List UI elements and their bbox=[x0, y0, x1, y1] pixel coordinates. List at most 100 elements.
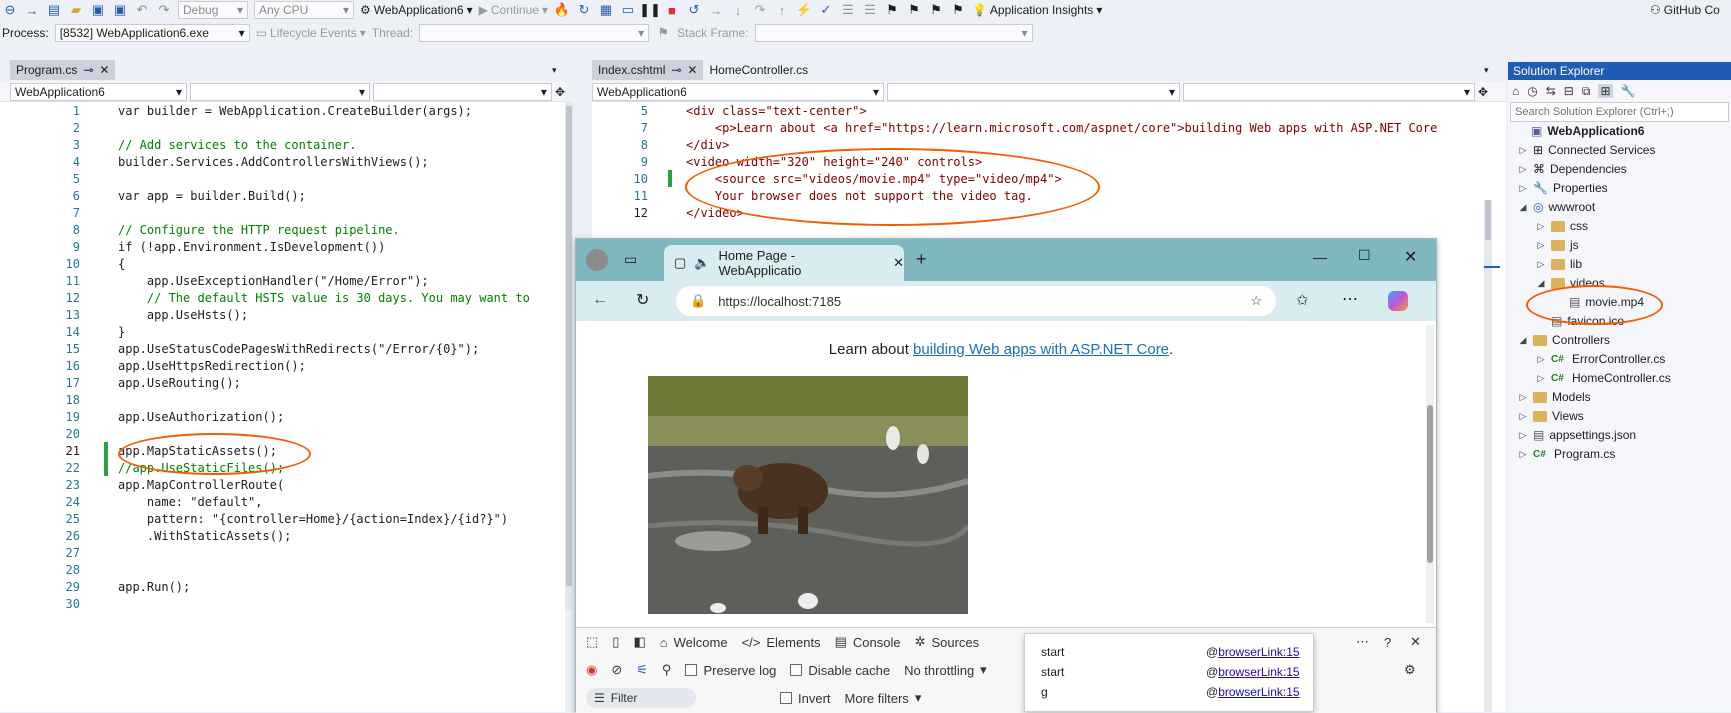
app-insights-button[interactable]: 💡 Application Insights ▾ bbox=[972, 3, 1102, 17]
right-scrollbar[interactable] bbox=[1484, 200, 1492, 712]
search-icon[interactable]: ⚲ bbox=[662, 662, 672, 678]
tree-item[interactable]: ▤ movie.mp4 bbox=[1554, 293, 1644, 311]
code-line[interactable]: 3 // Add services to the container. bbox=[0, 136, 563, 153]
dock-icon[interactable]: ◧ bbox=[633, 634, 645, 650]
code-line[interactable]: 30 bbox=[0, 595, 563, 612]
browser-link-icon[interactable]: ▦ bbox=[598, 2, 614, 18]
tab-sources[interactable]: ✲ Sources bbox=[915, 634, 980, 650]
back-icon[interactable]: ← bbox=[592, 291, 608, 309]
tab-welcome[interactable]: ⌂ Welcome bbox=[660, 635, 728, 650]
show-all-icon[interactable]: ⊞ bbox=[1598, 84, 1613, 98]
tab-actions-icon[interactable]: ▭ bbox=[624, 251, 637, 268]
code-line[interactable]: 1 var builder = WebApplication.CreateBuil… bbox=[0, 102, 563, 119]
browser-tab-home[interactable]: ▢ 🔈 Home Page - WebApplicatio ✕ bbox=[664, 245, 904, 281]
layout-icon[interactable]: ▭ bbox=[620, 2, 636, 18]
config-dropdown[interactable]: Debug ▾ bbox=[178, 1, 248, 19]
tree-item[interactable]: ▷ css bbox=[1536, 217, 1588, 235]
code-line[interactable]: 4 builder.Services.AddControllersWithView… bbox=[0, 153, 563, 170]
markup-line[interactable]: 12 </video> bbox=[592, 204, 1492, 221]
collapsed-arrow-icon[interactable]: ▷ bbox=[1518, 164, 1528, 175]
collapsed-arrow-icon[interactable]: ▷ bbox=[1518, 183, 1528, 194]
url-field[interactable]: 🔒 https://localhost:7185 ☆ bbox=[676, 286, 1276, 316]
flag-icon[interactable]: ⚑ bbox=[655, 25, 671, 41]
expanded-arrow-icon[interactable]: ◢ bbox=[1536, 278, 1546, 289]
expanded-arrow-icon[interactable]: ◢ bbox=[1518, 202, 1528, 213]
page-scrollbar[interactable] bbox=[1426, 325, 1434, 623]
project-dropdown[interactable]: WebApplication6 ▾ bbox=[592, 82, 884, 101]
help-icon[interactable]: ? bbox=[1384, 635, 1391, 650]
code-line[interactable]: 8 // Configure the HTTP request pipeline. bbox=[0, 221, 563, 238]
hot-reload-icon[interactable]: 🔥 bbox=[554, 2, 570, 18]
collapsed-arrow-icon[interactable]: ▷ bbox=[1536, 240, 1546, 251]
stop-icon[interactable]: ■ bbox=[664, 2, 680, 18]
code-line[interactable]: 7 bbox=[0, 204, 563, 221]
uncomment-icon[interactable]: ☰ bbox=[862, 2, 878, 18]
more-tools-icon[interactable]: ⋯ bbox=[1356, 634, 1369, 650]
undo-icon[interactable]: ↶ bbox=[134, 2, 150, 18]
code-line[interactable]: 9 if (!app.Environment.IsDevelopment()) bbox=[0, 238, 563, 255]
show-next-statement-icon[interactable]: → bbox=[708, 2, 724, 18]
bookmark-icon[interactable]: ⚑ bbox=[884, 2, 900, 18]
code-line[interactable]: 15 app.UseStatusCodePagesWithRedirects("/… bbox=[0, 340, 563, 357]
thread-dropdown[interactable]: ▾ bbox=[419, 24, 650, 42]
sync-icon[interactable]: ⇆ bbox=[1546, 84, 1556, 98]
code-line[interactable]: 25 pattern: "{controller=Home}/{action=I… bbox=[0, 510, 563, 527]
tab-overflow-icon[interactable]: ▾ bbox=[1484, 65, 1489, 76]
split-icon[interactable]: ✥ bbox=[555, 85, 565, 99]
member-dropdown[interactable]: ▾ bbox=[1183, 82, 1475, 101]
copilot-icon[interactable] bbox=[1388, 291, 1408, 311]
tree-item[interactable]: ▣ WebApplication6 bbox=[1516, 122, 1644, 140]
tree-item[interactable]: ▷ Models bbox=[1518, 388, 1591, 406]
code-line[interactable]: 24 name: "default", bbox=[0, 493, 563, 510]
process-dropdown[interactable]: [8532] WebApplication6.exe ▾ bbox=[54, 24, 250, 42]
tree-item[interactable]: ▤ favicon.ico bbox=[1536, 312, 1624, 330]
maximize-icon[interactable]: ☐ bbox=[1358, 247, 1371, 264]
collapsed-arrow-icon[interactable]: ▷ bbox=[1518, 411, 1528, 422]
tab-home-controller[interactable]: HomeController.cs bbox=[703, 60, 814, 80]
collapsed-arrow-icon[interactable]: ▷ bbox=[1536, 221, 1546, 232]
open-folder-icon[interactable]: ▰ bbox=[68, 2, 84, 18]
console-source-link[interactable]: browserLink:15 bbox=[1218, 685, 1299, 699]
step-out-icon[interactable]: ↑ bbox=[774, 2, 790, 18]
tree-item[interactable]: ▷ ⌘ Dependencies bbox=[1518, 160, 1627, 178]
new-tab-icon[interactable]: + bbox=[916, 249, 927, 270]
code-line[interactable]: 22 //app.UseStaticFiles(); bbox=[0, 459, 563, 476]
minimize-icon[interactable]: — bbox=[1313, 249, 1327, 265]
markup-line[interactable]: 5 <div class="text-center"> bbox=[592, 102, 1492, 119]
markup-line[interactable]: 8 </div> bbox=[592, 136, 1492, 153]
close-window-icon[interactable]: ✕ bbox=[1404, 247, 1417, 267]
code-line[interactable]: 14} bbox=[0, 323, 563, 340]
split-icon[interactable]: ✥ bbox=[1478, 85, 1488, 99]
tab-overflow-icon[interactable]: ▾ bbox=[552, 65, 557, 76]
markup-line[interactable]: 7 <p>Learn about <a href="https://learn.… bbox=[592, 119, 1492, 136]
step-over-icon[interactable]: ↷ bbox=[752, 2, 768, 18]
restart-icon[interactable]: ↺ bbox=[686, 2, 702, 18]
tree-item[interactable]: ▷ C# HomeController.cs bbox=[1536, 369, 1671, 387]
throttling-dropdown[interactable]: No throttling ▾ bbox=[904, 662, 987, 678]
redo-icon[interactable]: ↷ bbox=[156, 2, 172, 18]
disable-cache-checkbox[interactable]: Disable cache bbox=[790, 663, 890, 678]
code-line[interactable]: 29 app.Run(); bbox=[0, 578, 563, 595]
code-line[interactable]: 12 // The default HSTS value is 30 days.… bbox=[0, 289, 563, 306]
code-line[interactable]: 26 .WithStaticAssets(); bbox=[0, 527, 563, 544]
code-line[interactable]: 16 app.UseHttpsRedirection(); bbox=[0, 357, 563, 374]
code-line[interactable]: 5 bbox=[0, 170, 563, 187]
markup-line[interactable]: 9 <video width="320" height="240" control… bbox=[592, 153, 1492, 170]
code-line[interactable]: 2 bbox=[0, 119, 563, 136]
tree-item[interactable]: ▷ 🔧 Properties bbox=[1518, 179, 1608, 197]
pause-icon[interactable]: ❚❚ bbox=[639, 2, 661, 18]
settings-icon[interactable]: 🔧 bbox=[1621, 84, 1636, 98]
collapsed-arrow-icon[interactable]: ▷ bbox=[1518, 392, 1528, 403]
step-into-icon[interactable]: ↓ bbox=[730, 2, 746, 18]
close-icon[interactable]: ✕ bbox=[99, 63, 109, 77]
tree-item[interactable]: ▷ ⊞ Connected Services bbox=[1518, 141, 1656, 159]
preserve-log-checkbox[interactable]: Preserve log bbox=[685, 663, 776, 678]
console-source-link[interactable]: browserLink:15 bbox=[1218, 665, 1299, 679]
copy-icon[interactable]: ⧉ bbox=[1582, 84, 1591, 99]
platform-dropdown[interactable]: Any CPU ▾ bbox=[254, 1, 354, 19]
run-target-button[interactable]: ⚙ WebApplication6 ▾ bbox=[360, 3, 473, 17]
code-line[interactable]: 28 bbox=[0, 561, 563, 578]
new-project-icon[interactable]: ▤ bbox=[46, 2, 62, 18]
tab-index-cshtml[interactable]: Index.cshtml ⊸ ✕ bbox=[592, 60, 704, 80]
record-icon[interactable]: ◉ bbox=[586, 662, 597, 678]
